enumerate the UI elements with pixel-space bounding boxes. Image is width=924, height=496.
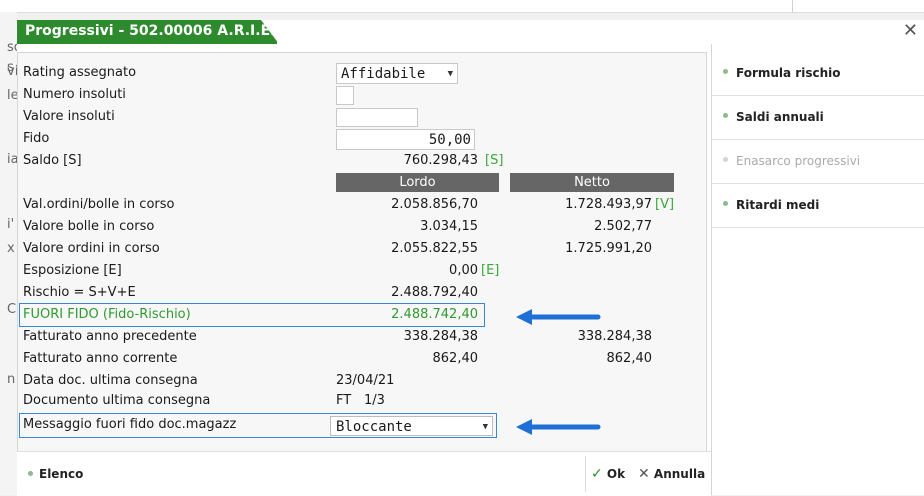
valore-insoluti-label: Valore insoluti [23, 109, 115, 124]
background-text: i' [7, 217, 15, 232]
messaggio-label: Messaggio fuori fido doc.magazz [23, 417, 237, 432]
background-text: le [7, 88, 17, 103]
dialog-footer: Elenco ✓ Ok ✕ Annulla [17, 451, 711, 496]
row-label: Valore bolle in corso [23, 219, 155, 234]
dialog-titlebar: Progressivi - 502.00006 A.R.I.E.S ✕ [17, 20, 924, 44]
bullet-icon [723, 113, 728, 118]
background-text: n [7, 372, 16, 387]
chevron-down-icon: ▼ [482, 422, 488, 432]
background-text: so [7, 40, 17, 55]
close-icon[interactable]: ✕ [903, 20, 918, 41]
background-divider [792, 0, 793, 12]
data-consegna-label: Data doc. ultima consegna [23, 373, 198, 388]
rating-select[interactable]: Affidabile ▼ [336, 63, 458, 84]
bullet-icon [723, 201, 728, 206]
background-window-edge: s so vi le ia i' x C n [0, 12, 17, 495]
messaggio-value: Bloccante [336, 419, 412, 435]
sidebar-item-formula-rischio[interactable]: Formula rischio [712, 52, 924, 96]
netto-header: Netto [510, 173, 674, 192]
background-window-top [0, 0, 924, 13]
fido-label: Fido [23, 131, 50, 146]
documento-consegna-label: Documento ultima consegna [23, 393, 211, 408]
sidebar-item-enasarco-progressivi: Enasarco progressivi [712, 140, 924, 184]
check-icon: ✓ [591, 466, 603, 482]
fido-value: 50,00 [428, 132, 471, 148]
sidebar-item-label: Saldi annuali [736, 110, 824, 124]
bullet-icon [28, 471, 33, 476]
fuori-fido-label: FUORI FIDO (Fido-Rischio) [23, 307, 191, 322]
close-icon: ✕ [638, 466, 650, 482]
row-label: Val.ordini/bolle in corso [23, 197, 175, 212]
row-lordo: 2.055.822,55 [391, 241, 478, 256]
saldo-value: 760.298,43 [403, 153, 478, 168]
documento-numero: 1/3 [364, 393, 385, 408]
row-label: Valore ordini in corso [23, 241, 160, 256]
rating-value: Affidabile [341, 66, 426, 82]
bullet-icon [723, 69, 728, 74]
row-netto: 1.728.493,97 [565, 197, 652, 212]
row-netto: 2.502,77 [594, 219, 652, 234]
messaggio-select[interactable]: Bloccante ▼ [330, 416, 493, 436]
row-netto: 862,40 [606, 351, 653, 366]
background-text: C [7, 302, 17, 317]
row-lordo: 2.058.856,70 [391, 197, 478, 212]
arrow-left-icon [516, 309, 601, 325]
row-lordo: 0,00 [449, 263, 478, 278]
annulla-button[interactable]: ✕ Annulla [638, 452, 705, 496]
fuori-fido-value: 2.488.742,40 [391, 307, 478, 322]
row-netto: 1.725.991,20 [565, 241, 652, 256]
data-consegna-value: 23/04/21 [336, 373, 395, 388]
rating-label: Rating assegnato [23, 65, 137, 80]
row-lordo: 338.284,38 [403, 329, 478, 344]
row-label: Esposizione [E] [23, 263, 122, 278]
numero-insoluti-label: Numero insoluti [23, 87, 126, 102]
fido-field[interactable]: 50,00 [336, 129, 475, 150]
saldo-tag: [S] [485, 153, 504, 168]
arrow-left-icon [516, 419, 601, 435]
lordo-header: Lordo [336, 173, 499, 192]
saldo-label: Saldo [S] [23, 153, 82, 168]
dialog-body: Rating assegnato Affidabile ▼ Numero ins… [17, 44, 711, 495]
row-tag: [V] [655, 197, 675, 212]
numero-insoluti-field[interactable] [336, 86, 354, 105]
sidebar-item-label: Ritardi medi [736, 198, 820, 212]
row-tag: [E] [481, 263, 500, 278]
background-text: x [7, 241, 15, 256]
sidebar-item-saldi-annuali[interactable]: Saldi annuali [712, 96, 924, 140]
row-netto: 338.284,38 [577, 329, 652, 344]
row-lordo: 862,40 [432, 351, 479, 366]
documento-tipo: FT [336, 393, 352, 408]
bullet-icon [723, 157, 728, 162]
background-text: ia [7, 152, 17, 167]
ok-button[interactable]: ✓ Ok [591, 452, 625, 496]
annulla-label: Annulla [653, 467, 706, 481]
background-text: vi [7, 64, 17, 79]
progressivi-panel: Rating assegnato Affidabile ▼ Numero ins… [17, 52, 707, 452]
elenco-button[interactable]: Elenco [21, 452, 83, 496]
row-lordo: 2.488.792,40 [391, 285, 478, 300]
sidebar-item-label: Formula rischio [736, 66, 841, 80]
sidebar-item-label: Enasarco progressivi [736, 154, 861, 168]
divider [585, 456, 586, 492]
row-lordo: 3.034,15 [420, 219, 478, 234]
elenco-label: Elenco [39, 467, 84, 481]
dialog-title: Progressivi - 502.00006 A.R.I.E.S [25, 23, 286, 39]
valore-insoluti-field[interactable] [336, 108, 418, 127]
row-label: Rischio = S+V+E [23, 285, 136, 300]
chevron-down-icon: ▼ [447, 69, 453, 79]
row-label: Fatturato anno corrente [23, 351, 178, 366]
row-label: Fatturato anno precedente [23, 329, 197, 344]
ok-label: Ok [606, 467, 626, 481]
sidebar-item-ritardi-medi[interactable]: Ritardi medi [712, 184, 924, 228]
sidebar: Formula rischio Saldi annuali Enasarco p… [711, 44, 924, 495]
